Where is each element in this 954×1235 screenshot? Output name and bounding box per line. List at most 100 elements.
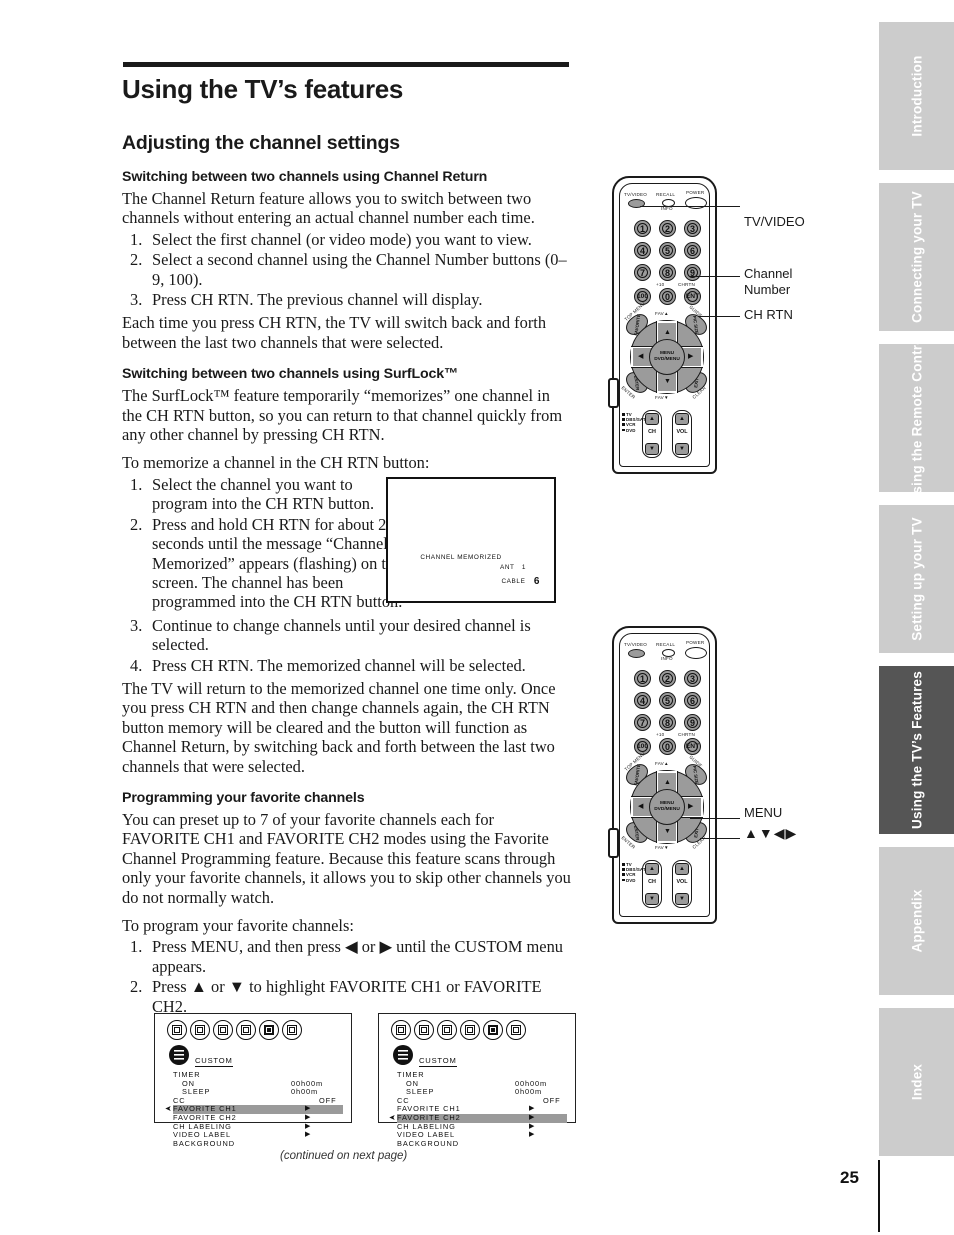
key-9[interactable]: 9 (684, 714, 701, 731)
lock-icon[interactable] (236, 1020, 256, 1040)
key-7[interactable]: 7 (634, 714, 651, 731)
mode-dvd: DVD (622, 878, 646, 883)
custom-icon[interactable] (259, 1020, 279, 1040)
heading-channel-return: Switching between two channels using Cha… (122, 169, 488, 185)
key-9[interactable]: 9 (684, 264, 701, 281)
remote-side-button[interactable] (608, 828, 619, 858)
vol-down[interactable]: ▼ (675, 443, 689, 455)
list-item: 2. Press ▲ or ▼ to highlight FAVORITE CH1… (122, 977, 574, 1016)
tv-video-button[interactable] (628, 649, 645, 658)
osd-cursor-icon: ➤ (388, 1112, 396, 1122)
sidebar-tab-index[interactable]: Index (879, 1008, 954, 1156)
video-input-icon[interactable] (437, 1020, 457, 1040)
vol-rocker[interactable]: ▲ VOL ▼ (672, 410, 692, 458)
dpad-left-arrow-icon: ◀ (638, 352, 644, 360)
key-1[interactable]: 1 (634, 220, 651, 237)
osd-row-label: BACKGROUND (397, 1138, 459, 1148)
vol-rocker[interactable]: ▲ VOL ▼ (672, 860, 692, 908)
menu-button[interactable]: MENU DVD/MENU (649, 339, 685, 375)
dpad[interactable]: ▲ ▼ ◀ ▶ MENU DVD/MENU (630, 770, 704, 844)
video-input-icon[interactable] (213, 1020, 233, 1040)
label-recall: RECALL (656, 642, 676, 647)
dpad-up-arrow-icon: ▲ (664, 328, 671, 336)
ch-down[interactable]: ▼ (645, 443, 659, 455)
vol-down[interactable]: ▼ (675, 893, 689, 905)
key-3[interactable]: 3 (684, 220, 701, 237)
vol-up[interactable]: ▲ (675, 413, 689, 425)
sidebar-tab-setting-up-your-tv[interactable]: Setting up your TV (879, 505, 954, 653)
key-label: 0 (664, 741, 670, 752)
vol-rocker-label: VOL (676, 429, 688, 435)
heading-favorites: Programming your favorite channels (122, 789, 365, 806)
osd-menu-screenshot-2: CUSTOM TIMER ON 00h00m SLEEP 0h00m CC OFF FAVORI… (378, 1013, 576, 1147)
section-tab-rail: Introduction Connecting your TV Using the … (879, 22, 954, 1156)
vol-up[interactable]: ▲ (675, 863, 689, 875)
osd-menu-row[interactable]: BACKGROUND (173, 1138, 343, 1149)
dpad-down-arrow-icon: ▼ (664, 827, 671, 835)
list-item: 1. Select the first channel (or video mod… (122, 230, 574, 249)
key-5[interactable]: 5 (659, 692, 676, 709)
key-0[interactable]: 0 (659, 288, 676, 305)
sidebar-tab-connecting-your-tv[interactable]: Connecting your TV (879, 183, 954, 331)
callout-leader (690, 818, 740, 820)
key-6[interactable]: 6 (684, 242, 701, 259)
label-ch-rtn-small: CHRTN (678, 282, 695, 287)
sidebar-tab-label: Using the Remote Control (908, 332, 924, 504)
list-item: 1. Press MENU, and then press ◀ or ▶ unti… (122, 937, 574, 976)
osd-row-label: BACKGROUND (173, 1138, 235, 1148)
callout-leader (640, 206, 740, 208)
para-surflock-intro: The SurfLock™ feature temporarily “memor… (122, 386, 563, 445)
key-4[interactable]: 4 (634, 692, 651, 709)
key-3[interactable]: 3 (684, 670, 701, 687)
key-ch-rtn-ent[interactable]: ENT (684, 288, 701, 305)
key-6[interactable]: 6 (684, 692, 701, 709)
key-label: ENT (685, 743, 700, 750)
osd-category-name: CUSTOM (419, 1056, 457, 1067)
key-2[interactable]: 2 (659, 670, 676, 687)
ch-up[interactable]: ▲ (645, 863, 659, 875)
key-ch-rtn-ent[interactable]: ENT (684, 738, 701, 755)
key-label: 0 (664, 291, 670, 302)
picture-icon[interactable] (167, 1020, 187, 1040)
custom-icon[interactable] (483, 1020, 503, 1040)
list-item: 3. Press CH RTN. The previous channel wil… (122, 290, 574, 309)
picture-icon[interactable] (391, 1020, 411, 1040)
sidebar-tab-introduction[interactable]: Introduction (879, 22, 954, 170)
ch-up[interactable]: ▲ (645, 413, 659, 425)
key-7[interactable]: 7 (634, 264, 651, 281)
key-8[interactable]: 8 (659, 714, 676, 731)
picture-icon-glyph (396, 1025, 406, 1035)
key-5[interactable]: 5 (659, 242, 676, 259)
osd-menu-rows: TIMER ON 00h00m SLEEP 0h00m CC OFF ➤ FAVORITE CH… (164, 1070, 343, 1149)
step-number: 3. (130, 615, 143, 635)
osd-menu-row[interactable]: SLEEP 0h00m (397, 1088, 567, 1097)
ch-down[interactable]: ▼ (645, 893, 659, 905)
osd-menu-row[interactable]: BACKGROUND (397, 1138, 567, 1149)
audio-icon[interactable] (414, 1020, 434, 1040)
key-4[interactable]: 4 (634, 242, 651, 259)
label-power: POWER (686, 640, 705, 645)
sidebar-tab-using-the-remote-control[interactable]: Using the Remote Control (879, 332, 954, 504)
audio-icon[interactable] (190, 1020, 210, 1040)
dvd-menu-button-label: DVD/MENU (654, 807, 680, 812)
osd-row-value: OFF (543, 1095, 561, 1105)
key-1[interactable]: 1 (634, 670, 651, 687)
step-text: Press CH RTN. The memorized channel will… (152, 655, 526, 675)
setup-icon[interactable] (506, 1020, 526, 1040)
sidebar-tab-appendix[interactable]: Appendix (879, 847, 954, 995)
para-surflock-lead: To memorize a channel in the CH RTN butt… (122, 453, 430, 473)
power-button[interactable] (685, 647, 707, 659)
setup-icon[interactable] (282, 1020, 302, 1040)
osd-menu-row[interactable]: SLEEP 0h00m (173, 1088, 343, 1097)
lock-icon[interactable] (460, 1020, 480, 1040)
key-8[interactable]: 8 (659, 264, 676, 281)
menu-button[interactable]: MENU DVD/MENU (649, 789, 685, 825)
remote-side-button[interactable] (608, 378, 619, 408)
key-0[interactable]: 0 (659, 738, 676, 755)
dpad[interactable]: ▲ ▼ ◀ ▶ MENU DVD/MENU (630, 320, 704, 394)
osd-cable-label: CABLE (501, 578, 526, 585)
key-2[interactable]: 2 (659, 220, 676, 237)
callout-tv-video: TV/VIDEO (744, 214, 805, 229)
sidebar-tab-using-the-tv-s-features[interactable]: Using the TV’s Features (879, 666, 954, 834)
steps-favorites: 1. Press MENU, and then press ◀ or ▶ unti… (122, 937, 574, 1016)
